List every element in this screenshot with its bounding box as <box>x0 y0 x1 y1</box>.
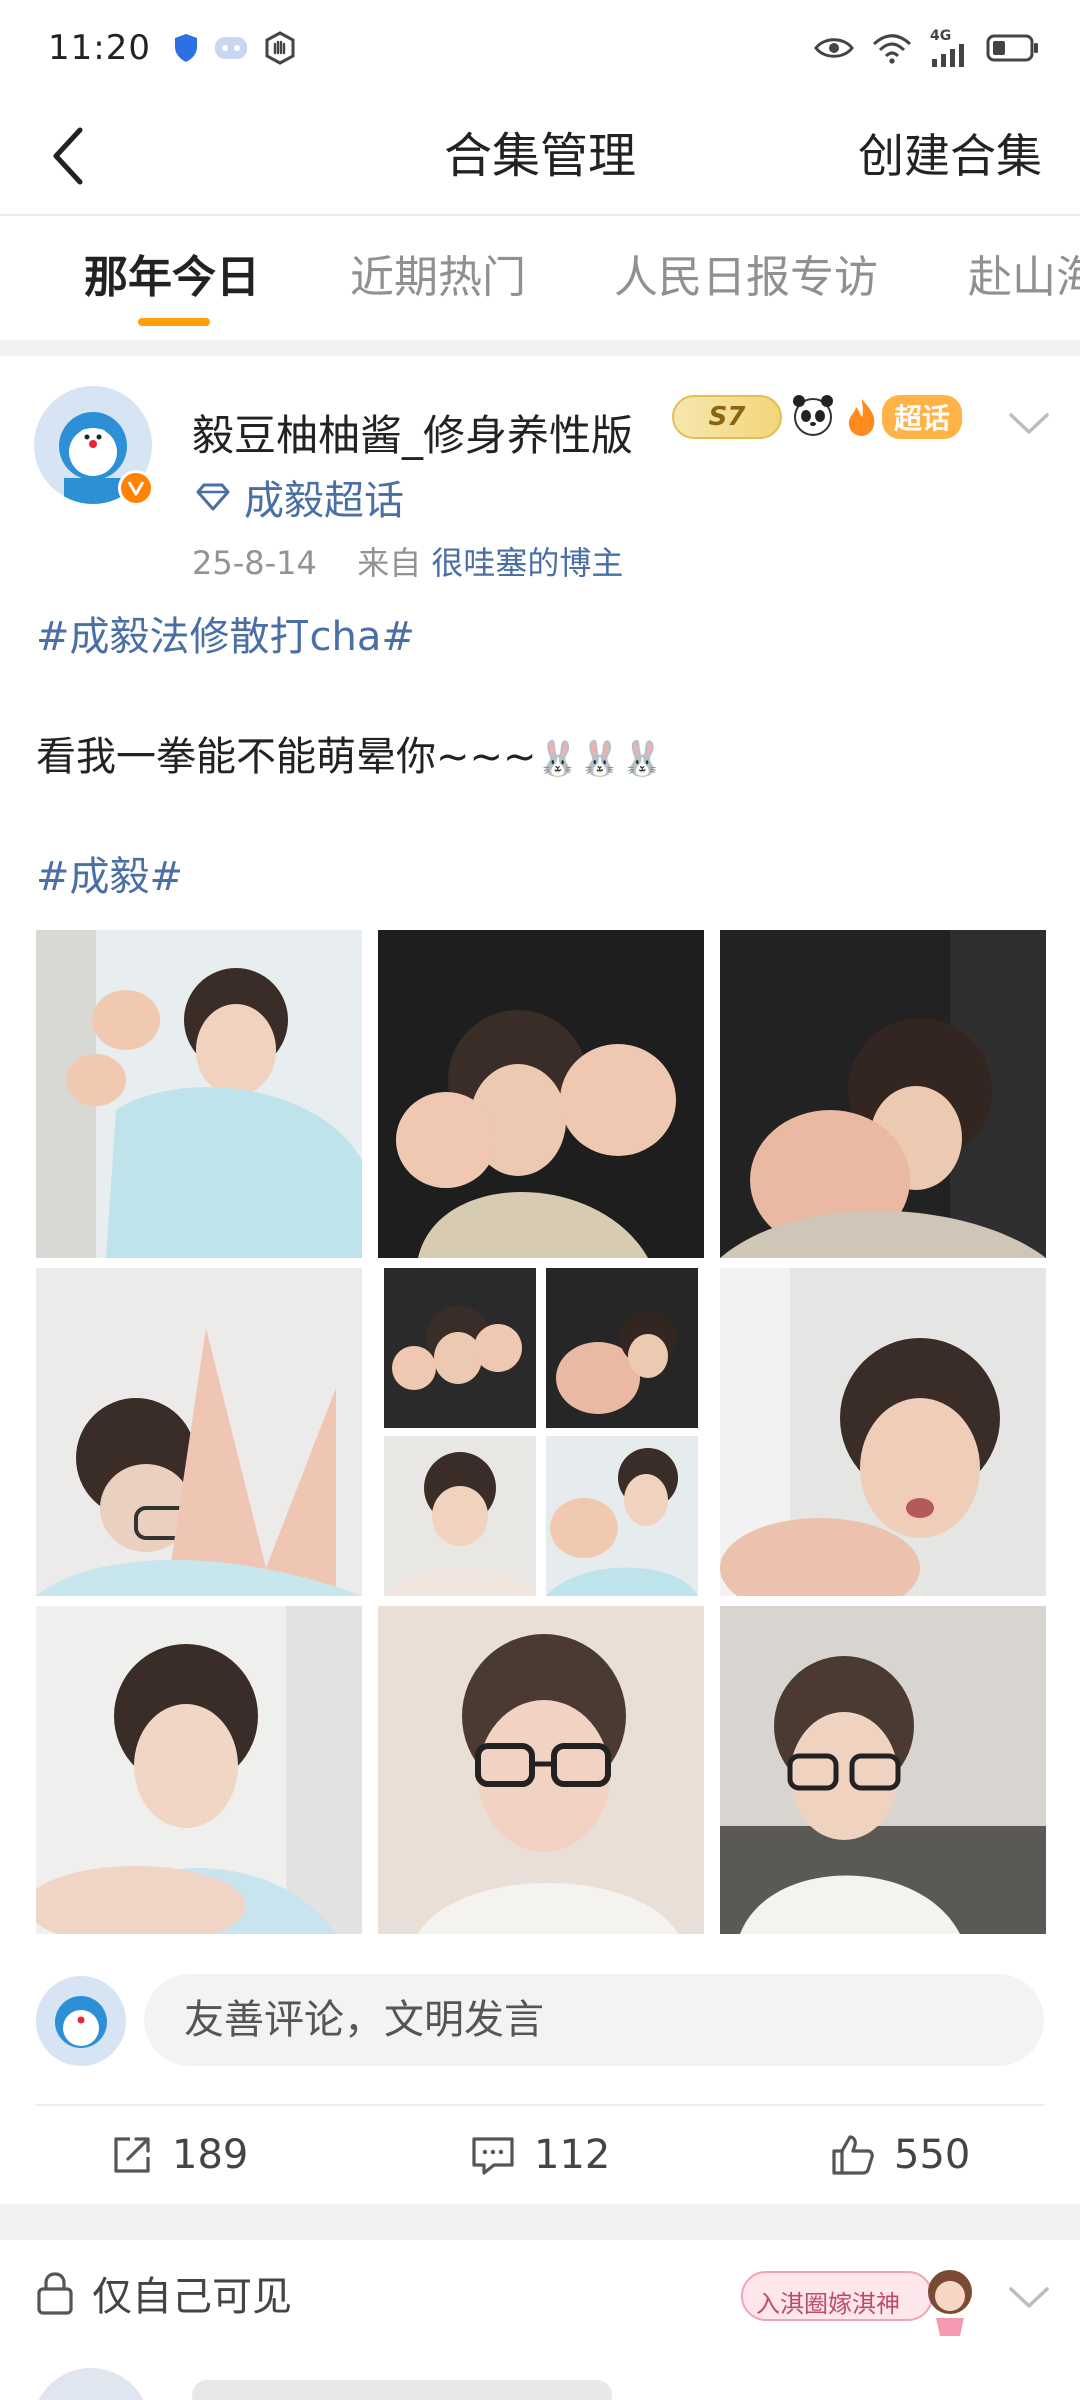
comment-input[interactable]: 友善评论，文明发言 <box>144 1974 1044 2066</box>
create-collection-button[interactable]: 创建合集 <box>858 96 1042 216</box>
avatar[interactable] <box>34 386 154 506</box>
post-actions: 189 112 550 <box>0 2106 1080 2204</box>
collection-tabs: 那年今日 近期热门 人民日报专访 赴山海 <box>0 216 1080 340</box>
level-badge-icon: S7 <box>672 395 782 439</box>
diamond-icon <box>196 483 230 511</box>
decoration-badge-text: 入淇圈嫁淇神 <box>756 2290 900 2318</box>
post-date: 25-8-14 <box>192 544 317 582</box>
like-button[interactable]: 550 <box>830 2106 970 2204</box>
network-type: 4G <box>930 28 952 44</box>
post-body-text: 看我一拳能不能萌晕你~~~ <box>36 734 537 780</box>
share-icon <box>114 2137 150 2173</box>
comment-count: 112 <box>534 2132 611 2178</box>
post-meta: 25-8-14 来自 很哇塞的博主 <box>192 538 623 584</box>
bunny-emoji: 🐰🐰🐰 <box>536 739 664 779</box>
photo-grid <box>36 930 1046 1934</box>
super-topic-badge: 超话 <box>844 395 963 439</box>
status-bar: 11:20 4G <box>0 0 1080 96</box>
post-card: 毅豆柚柚酱_修身养性版 S7 超话 成毅超话 25-8-14 来自 很哇塞的博主… <box>0 356 1080 2204</box>
repost-count: 189 <box>172 2132 249 2178</box>
tab-recent-hot[interactable]: 近期热门 <box>350 216 526 340</box>
active-tab-indicator <box>138 318 210 326</box>
battery-icon <box>986 33 1040 63</box>
like-count: 550 <box>894 2132 971 2178</box>
source-prefix: 来自 <box>357 544 422 582</box>
hashtag-top[interactable]: #成毅法修散打cha# <box>36 604 415 662</box>
photo-3[interactable] <box>720 930 1046 1258</box>
section-gap <box>0 2204 1080 2240</box>
user-badges: S7 超话 <box>672 392 963 442</box>
repost-button[interactable]: 189 <box>110 2106 248 2204</box>
photo-2[interactable] <box>378 930 704 1258</box>
my-avatar <box>36 1976 126 2066</box>
post-source[interactable]: 很哇塞的博主 <box>431 544 623 582</box>
photo-5-collage[interactable] <box>378 1268 704 1596</box>
photo-6[interactable] <box>720 1268 1046 1596</box>
nav-bar: 合集管理 创建合集 <box>0 96 1080 216</box>
panda-icon <box>790 392 836 442</box>
photo-7[interactable] <box>36 1606 362 1934</box>
photo-1[interactable] <box>36 930 362 1258</box>
lock-icon <box>37 2272 73 2315</box>
username[interactable]: 毅豆柚柚酱_修身养性版 <box>192 402 633 463</box>
status-notification-icons <box>173 31 297 65</box>
tab-peoples-daily-interview[interactable]: 人民日报专访 <box>614 216 878 340</box>
thumbs-up-icon <box>832 2135 874 2175</box>
photo-4[interactable] <box>36 1268 362 1596</box>
status-time: 11:20 <box>48 28 151 68</box>
chevron-down-icon <box>1009 2287 1049 2308</box>
post-body: 看我一拳能不能萌晕你~~~🐰🐰🐰 <box>36 724 664 782</box>
hand-icon <box>263 31 297 65</box>
verified-badge-icon <box>118 470 154 506</box>
chevron-left-icon <box>53 127 83 185</box>
next-post-card: 仅自己可见 入淇圈嫁淇神 <box>0 2240 1080 2400</box>
decoration-badge: 入淇圈嫁淇神 <box>740 2258 980 2342</box>
tab-fu-shan-hai[interactable]: 赴山海 <box>968 216 1080 340</box>
eye-icon <box>814 35 854 61</box>
post-menu-button[interactable] <box>1008 412 1050 440</box>
section-gap <box>0 340 1080 356</box>
status-system-icons: 4G <box>814 29 1040 67</box>
next-post-avatar[interactable] <box>32 2368 150 2400</box>
comment-button[interactable]: 112 <box>470 2106 610 2204</box>
signal-icon: 4G <box>930 29 970 67</box>
next-post-menu-button[interactable] <box>1008 2286 1050 2314</box>
photo-8[interactable] <box>378 1606 704 1934</box>
hashtag-bottom[interactable]: #成毅# <box>36 844 183 902</box>
flame-icon <box>848 399 875 436</box>
shield-icon <box>173 33 199 63</box>
supertopic-link[interactable]: 成毅超话 <box>196 468 404 526</box>
visibility-label: 仅自己可见 <box>36 2264 292 2322</box>
comment-icon <box>472 2137 514 2175</box>
wifi-icon <box>870 32 914 64</box>
assistant-icon <box>213 33 249 63</box>
visibility-text: 仅自己可见 <box>92 2274 292 2320</box>
supertopic-name: 成毅超话 <box>244 478 404 524</box>
next-post-username-placeholder <box>192 2380 612 2400</box>
chevron-down-icon <box>1009 413 1049 434</box>
back-button[interactable] <box>30 118 106 194</box>
photo-9[interactable] <box>720 1606 1046 1934</box>
